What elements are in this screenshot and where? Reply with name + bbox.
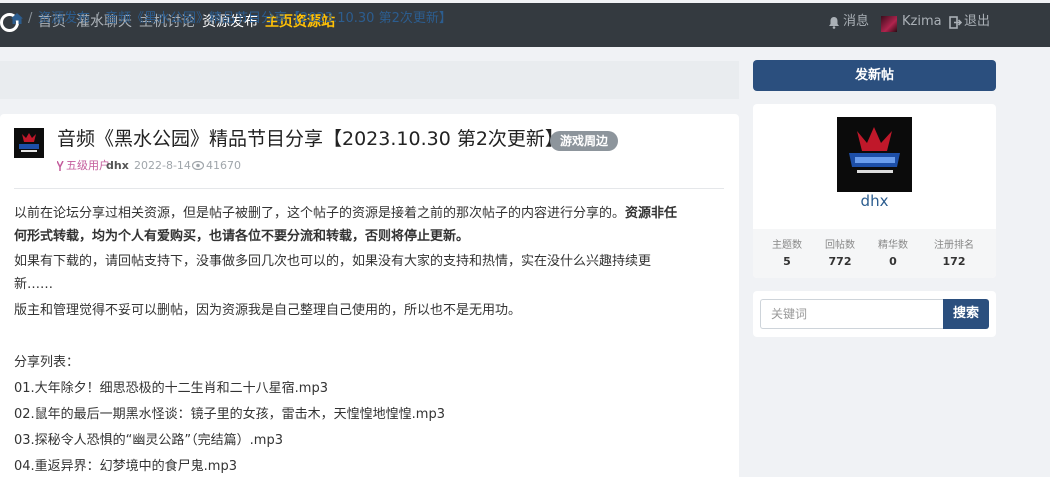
search-input[interactable]: 关键词 [760, 299, 944, 329]
search-button[interactable]: 搜索 [943, 299, 989, 329]
list-item: 01.大年除夕！细思恐极的十二生肖和二十八星宿.mp3 [14, 381, 328, 396]
breadcrumb [0, 61, 739, 99]
stat-label: 主题数 [772, 240, 802, 251]
list-item: 02.鼠年的最后一期黑水怪谈：镜子里的女孩，雷击木，天惶惶地惶惶.mp3 [14, 407, 445, 422]
profile-stats [753, 229, 996, 278]
bell-icon[interactable] [828, 16, 840, 29]
author-avatar[interactable] [14, 128, 44, 158]
breadcrumb-section[interactable]: 资源发布 [38, 11, 90, 27]
author-name[interactable]: dhx [106, 159, 129, 173]
post-paragraph: 如果有下载的，请回帖支持下，没事做多回几次也可以的，如果没有大家的支持和热情，实… [14, 254, 652, 269]
category-tag[interactable]: 游戏周边 [550, 131, 619, 151]
messages-link[interactable]: 消息 [843, 14, 869, 30]
logout-icon[interactable] [949, 16, 962, 29]
post-text: 以前在论坛分享过相关资源，但是帖子被删了，这个帖子的资源是接着之前的那次帖子的内… [14, 206, 626, 221]
stat-value: 0 [889, 255, 897, 268]
post-text-bold: 资源非任 [625, 206, 678, 221]
breadcrumb-separator: / [95, 11, 100, 26]
list-item: 03.探秘令人恐惧的“幽灵公路”（完结篇）.mp3 [14, 433, 283, 448]
profile-avatar[interactable] [837, 117, 912, 192]
post-paragraph: 新…… [14, 277, 54, 292]
list-item: 04.重返异界：幻梦境中的食尸鬼.mp3 [14, 459, 237, 474]
stat-value: 5 [783, 255, 791, 268]
profile-name[interactable]: dhx [753, 192, 996, 210]
home-icon[interactable] [11, 13, 23, 24]
new-post-button[interactable]: 发新帖 [753, 60, 996, 91]
stat-label: 精华数 [878, 240, 908, 251]
stat-label: 回帖数 [825, 240, 855, 251]
stat-label: 注册排名 [934, 240, 974, 251]
level-icon [57, 161, 64, 171]
username-link[interactable]: Kzima [902, 14, 942, 30]
post-date: 2022-8-14 [134, 159, 191, 172]
list-title: 分享列表： [14, 355, 80, 370]
eye-icon [192, 161, 204, 170]
breadcrumb-separator: / [28, 11, 33, 26]
post-paragraph: 版主和管理觉得不妥可以删帖，因为资源我是自己整理自己使用的，所以也不是无用功。 [14, 303, 522, 318]
divider [14, 188, 724, 189]
author-level: 五级用户 [66, 159, 110, 172]
post-paragraph: 以前在论坛分享过相关资源，但是帖子被删了，这个帖子的资源是接着之前的那次帖子的内… [14, 203, 677, 225]
post-title: 音频《黑水公园》精品节目分享【2023.10.30 第2次更新】 [57, 128, 564, 150]
logout-link[interactable]: 退出 [964, 14, 990, 30]
view-count: 41670 [206, 159, 241, 172]
stat-value: 172 [942, 255, 966, 268]
stat-value: 772 [828, 255, 852, 268]
user-avatar[interactable] [881, 16, 897, 32]
post-paragraph: 何形式转载，均为个人有爱购买，也请各位不要分流和转载，否则将停止更新。 [14, 226, 469, 248]
post-text-bold: 何形式转载，均为个人有爱购买，也请各位不要分流和转载，否则将停止更新。 [14, 229, 470, 244]
breadcrumb-current[interactable]: 音频《黑水公园》精品节目分享【2023.10.30 第2次更新】 [105, 11, 452, 27]
